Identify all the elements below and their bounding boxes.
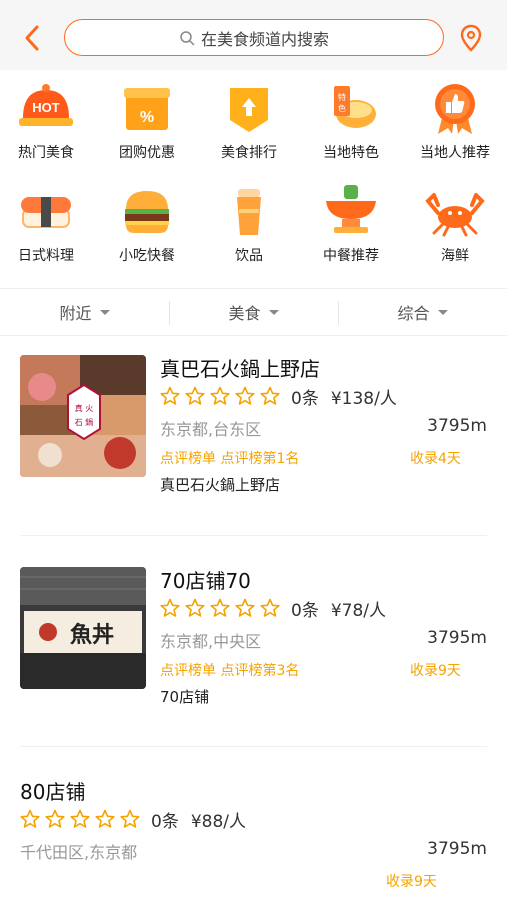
rating-row: 0条 ¥88/人	[20, 807, 247, 832]
filter-bar: 附近 美食 综合	[0, 288, 507, 336]
drink-cup-icon	[237, 189, 261, 235]
category-seafood[interactable]: 海鲜	[405, 183, 505, 265]
search-input[interactable]: 在美食频道内搜索	[64, 19, 444, 56]
star-outline-icon	[160, 598, 180, 617]
crab-icon	[425, 193, 485, 237]
star-outline-icon	[210, 386, 230, 405]
svg-text:%: %	[140, 109, 154, 126]
category-japanese[interactable]: 日式料理	[0, 183, 96, 265]
svg-text:色: 色	[338, 103, 346, 113]
saved-days: 收录9天	[410, 663, 461, 679]
area: 千代田区,东京都	[20, 843, 138, 862]
back-button[interactable]	[20, 24, 46, 52]
rank-badge[interactable]: 点评榜单 点评榜第1名	[160, 448, 299, 468]
restaurant-name[interactable]: 70店铺70	[160, 565, 251, 594]
rating-row: 0条 ¥138/人	[160, 384, 397, 409]
restaurant-name[interactable]: 真巴石火鍋上野店	[160, 353, 320, 382]
search-placeholder: 在美食频道内搜索	[200, 29, 329, 49]
star-outline-icon	[260, 386, 280, 405]
category-snacks[interactable]: 小吃快餐	[97, 183, 197, 265]
ranking-badge-icon	[230, 88, 268, 132]
star-outline-icon	[20, 809, 40, 828]
filter-sort[interactable]: 综合	[338, 289, 507, 335]
local-special-icon: 特 色	[334, 86, 376, 128]
category-local-special[interactable]: 特 色 当地特色	[301, 80, 401, 162]
restaurant-subname: 真巴石火鍋上野店	[160, 476, 281, 494]
area: 东京都,中央区	[160, 632, 262, 651]
hotpot-photo-image: 真 火 石 鍋	[20, 355, 146, 477]
star-outline-icon	[260, 598, 280, 617]
top-bar: 在美食频道内搜索	[0, 0, 507, 70]
star-outline-icon	[185, 386, 205, 405]
area: 东京都,台东区	[160, 420, 262, 439]
star-outline-icon	[185, 598, 205, 617]
distance: 3795m	[427, 416, 487, 436]
coupon-box-icon: %	[124, 88, 170, 130]
distance: 3795m	[427, 839, 487, 859]
saved-days: 收录4天	[410, 451, 461, 467]
review-count: 0条	[291, 388, 319, 409]
star-outline-icon	[120, 809, 140, 828]
svg-text:HOT: HOT	[32, 100, 60, 115]
restaurant-photo: 真 火 石 鍋	[20, 355, 146, 477]
saved-days: 收录9天	[386, 874, 437, 890]
divider	[20, 535, 487, 536]
category-locals-recommend[interactable]: 当地人推荐	[405, 80, 505, 162]
distance: 3795m	[427, 628, 487, 648]
review-count: 0条	[291, 600, 319, 621]
caret-down-icon	[437, 309, 448, 315]
restaurant-name[interactable]: 80店铺	[20, 776, 85, 805]
star-outline-icon	[160, 386, 180, 405]
sushi-icon	[21, 197, 71, 228]
storefront-photo-image: 魚丼	[20, 567, 146, 689]
restaurant-subname: 70店铺	[160, 688, 210, 706]
star-outline-icon	[45, 809, 65, 828]
price-per-person: ¥88/人	[190, 811, 247, 832]
location-pin-icon	[460, 24, 482, 52]
restaurant-card[interactable]: 80店铺 0条 ¥88/人 千代田区,东京都 3795m 收录9天	[0, 773, 507, 900]
star-outline-icon	[70, 809, 90, 828]
hot-dish-icon: HOT	[19, 84, 73, 126]
star-outline-icon	[210, 598, 230, 617]
price-per-person: ¥138/人	[330, 388, 397, 409]
category-food-ranking[interactable]: 美食排行	[199, 80, 299, 162]
svg-text:魚丼: 魚丼	[70, 622, 114, 648]
filter-nearby[interactable]: 附近	[0, 289, 169, 335]
rating-row: 0条 ¥78/人	[160, 596, 387, 621]
thumbs-up-medal-icon	[435, 84, 475, 134]
burger-icon	[125, 191, 169, 233]
restaurant-photo: 魚丼	[20, 567, 146, 689]
restaurant-card[interactable]: 魚丼 70店铺70 0条 ¥78/人 东京都,中央区 3795m 点评榜单 点评…	[0, 562, 507, 752]
caret-down-icon	[268, 309, 279, 315]
filter-category[interactable]: 美食	[169, 289, 338, 335]
svg-text:石 鍋: 石 鍋	[75, 417, 94, 427]
category-grid: HOT 热门美食 % 团购优惠 美食排行 特 色 当地特色 当地人推荐 日式料理…	[0, 70, 507, 285]
rank-badge[interactable]: 点评榜单 点评榜第3名	[160, 660, 299, 680]
category-hot-food[interactable]: HOT 热门美食	[0, 80, 96, 162]
svg-text:真 火: 真 火	[75, 403, 94, 413]
review-count: 0条	[151, 811, 179, 832]
category-drinks[interactable]: 饮品	[199, 183, 299, 265]
chevron-left-icon	[25, 25, 39, 51]
price-per-person: ¥78/人	[330, 600, 387, 621]
star-outline-icon	[95, 809, 115, 828]
category-group-deals[interactable]: % 团购优惠	[97, 80, 197, 162]
search-icon	[180, 30, 195, 45]
star-outline-icon	[235, 598, 255, 617]
location-button[interactable]	[458, 24, 484, 52]
category-chinese[interactable]: 中餐推荐	[301, 183, 401, 265]
hotpot-icon	[326, 185, 376, 233]
star-outline-icon	[235, 386, 255, 405]
svg-text:特: 特	[338, 92, 346, 102]
restaurant-card[interactable]: 真 火 石 鍋 真巴石火鍋上野店 0条 ¥138/人 东京都,台东区 3795m…	[0, 350, 507, 540]
caret-down-icon	[99, 309, 110, 315]
divider	[20, 746, 487, 747]
